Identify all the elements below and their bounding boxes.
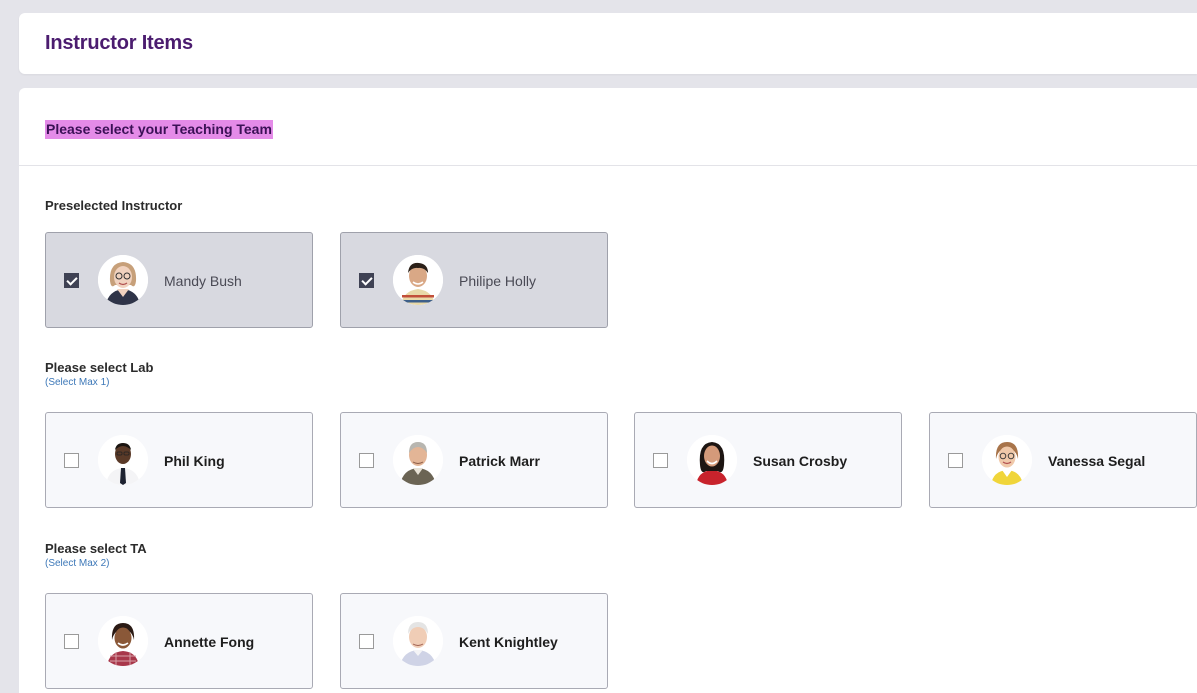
select-ta-label: Please select TA [45,541,147,556]
lab-card-vanessa-segal[interactable]: Vanessa Segal [929,412,1197,508]
instructor-name: Philipe Holly [459,273,537,289]
instructor-card-mandy-bush[interactable]: Mandy Bush [45,232,313,328]
mandy-bush-checkbox[interactable] [64,273,79,288]
teaching-team-panel: Please select your Teaching Team Presele… [19,88,1197,693]
ta-card-kent-knightley[interactable]: Kent Knightley [340,593,608,689]
page-title: Instructor Items [45,32,193,54]
avatar-woman-glasses-icon [98,255,148,305]
instructor-card-philipe-holly[interactable]: Philipe Holly [340,232,608,328]
select-lab-max-note: (Select Max 1) [45,377,110,388]
phil-king-checkbox[interactable] [64,453,79,468]
select-lab-label: Please select Lab [45,360,154,375]
avatar-man-striped-shirt-icon [393,255,443,305]
teaching-team-heading: Please select your Teaching Team [45,120,273,139]
annette-fong-checkbox[interactable] [64,634,79,649]
lab-name: Phil King [164,453,225,469]
vanessa-segal-checkbox[interactable] [948,453,963,468]
lab-name: Vanessa Segal [1048,453,1146,469]
avatar-woman-red-top-icon [687,435,737,485]
instructor-name: Mandy Bush [164,273,242,289]
patrick-marr-checkbox[interactable] [359,453,374,468]
avatar-man-tie-icon [98,435,148,485]
philipe-holly-checkbox[interactable] [359,273,374,288]
lab-card-phil-king[interactable]: Phil King [45,412,313,508]
ta-name: Annette Fong [164,634,255,650]
lab-card-susan-crosby[interactable]: Susan Crosby [634,412,902,508]
ta-card-annette-fong[interactable]: Annette Fong [45,593,313,689]
ta-name: Kent Knightley [459,634,558,650]
avatar-man-white-hair-icon [393,616,443,666]
lab-name: Susan Crosby [753,453,848,469]
avatar-man-gray-hair-icon [393,435,443,485]
lab-name: Patrick Marr [459,453,540,469]
susan-crosby-checkbox[interactable] [653,453,668,468]
instructor-items-header: Instructor Items [19,13,1197,74]
kent-knightley-checkbox[interactable] [359,634,374,649]
avatar-woman-plaid-shirt-icon [98,616,148,666]
page: Instructor Items Please select your Teac… [0,0,1197,693]
avatar-woman-yellow-top-icon [982,435,1032,485]
preselected-instructor-label: Preselected Instructor [45,198,183,213]
teaching-team-heading-row: Please select your Teaching Team [19,88,1197,166]
select-ta-max-note: (Select Max 2) [45,558,110,569]
lab-card-patrick-marr[interactable]: Patrick Marr [340,412,608,508]
